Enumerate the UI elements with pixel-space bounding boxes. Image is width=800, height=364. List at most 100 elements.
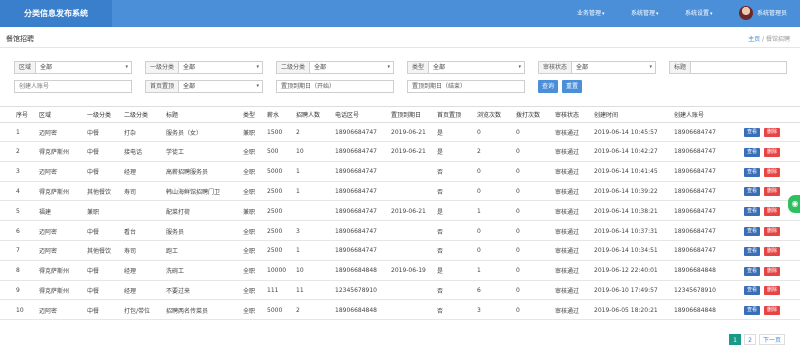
view-button[interactable]: 查看 bbox=[744, 187, 760, 197]
row-title: 洗碗工 bbox=[166, 268, 185, 276]
row-created-at: 2019-06-14 10:37:31 bbox=[594, 227, 658, 235]
row-salary: 2500 bbox=[267, 247, 283, 255]
view-button[interactable]: 查看 bbox=[744, 128, 760, 137]
creator-account-input[interactable]: 创建人账号 bbox=[14, 80, 132, 93]
row-headcount: 2 bbox=[296, 128, 300, 136]
region-select[interactable]: 区域 全部 ▾ bbox=[14, 61, 132, 74]
page-2-button[interactable]: 2 bbox=[744, 334, 756, 345]
delete-button[interactable]: 删除 bbox=[764, 227, 780, 236]
row-created-at: 2019-06-14 10:34:51 bbox=[594, 247, 658, 255]
row-created-at: 2019-06-14 10:39:22 bbox=[594, 187, 658, 195]
row-salary: 2500 bbox=[267, 227, 283, 235]
page-header: 餐馆招聘 主页 / 餐馆招聘 bbox=[0, 29, 800, 48]
audit-status-select[interactable]: 审核状态 全部 ▾ bbox=[538, 61, 656, 74]
view-button[interactable]: 查看 bbox=[744, 207, 760, 217]
chevron-down-icon: ▾ bbox=[602, 11, 605, 17]
row-salary: 10000 bbox=[267, 267, 287, 275]
reset-button[interactable]: 重置 bbox=[562, 80, 582, 93]
dropdown-arrow-icon: ▾ bbox=[649, 64, 652, 70]
view-button[interactable]: 查看 bbox=[744, 286, 760, 296]
breadcrumb: 主页 / 餐馆招聘 bbox=[748, 36, 790, 43]
row-top-expiry: 2019-06-21 bbox=[391, 207, 426, 215]
breadcrumb-home-link[interactable]: 主页 bbox=[748, 36, 760, 43]
row-phone: 18906684747 bbox=[335, 227, 377, 235]
delete-button[interactable]: 删除 bbox=[764, 128, 780, 137]
wifi-icon[interactable]: ◉ bbox=[788, 195, 800, 213]
row-type: 全职 bbox=[243, 188, 256, 196]
row-calls: 0 bbox=[516, 187, 520, 195]
view-button[interactable]: 查看 bbox=[744, 306, 760, 316]
delete-button[interactable]: 删除 bbox=[764, 207, 780, 217]
view-button[interactable]: 查看 bbox=[744, 147, 760, 157]
row-audit-status: 审核通过 bbox=[555, 268, 580, 276]
row-salary: 5000 bbox=[267, 168, 283, 176]
row-phone: 18906684747 bbox=[335, 187, 377, 195]
row-category2: 接电话 bbox=[124, 149, 143, 157]
table-row: 7 迈阿密 其他餐饮 寿司 跑工 全职 2500 1 18906684747 否 0 0 审核通过 201… bbox=[0, 242, 800, 261]
delete-button[interactable]: 删除 bbox=[764, 167, 780, 177]
row-creator: 18906684747 bbox=[674, 247, 716, 255]
row-index: 2 bbox=[16, 148, 20, 156]
row-category2: 打包/带位 bbox=[124, 307, 151, 315]
nav-business-menu[interactable]: 业务管理▾ bbox=[577, 0, 605, 27]
top-start-date-input[interactable]: 置顶到期日（开始） bbox=[276, 80, 394, 93]
nav-admin-menu[interactable]: 系统管理员 bbox=[757, 0, 787, 27]
row-creator: 18906684747 bbox=[674, 148, 716, 156]
row-created-at: 2019-06-14 10:45:57 bbox=[594, 128, 658, 136]
row-title: 高薪招聘服务员 bbox=[166, 169, 209, 177]
row-index: 1 bbox=[16, 128, 20, 136]
row-title: 不要过来 bbox=[166, 287, 191, 295]
home-top-select[interactable]: 首页置顶 全部 ▾ bbox=[145, 80, 263, 93]
row-creator: 18906684747 bbox=[674, 168, 716, 176]
row-top-expiry: 2019-06-21 bbox=[391, 148, 426, 156]
table-row: 9 得克萨斯州 中餐 经理 不要过来 全职 111 11 12345678910 否 6 0 审核通过 2… bbox=[0, 281, 800, 301]
dropdown-arrow-icon: ▾ bbox=[256, 64, 259, 70]
title-field[interactable]: 标题 bbox=[669, 61, 787, 74]
next-page-button[interactable]: 下一页 bbox=[759, 334, 785, 345]
delete-button[interactable]: 删除 bbox=[764, 147, 780, 157]
category2-select[interactable]: 二级分类 全部 ▾ bbox=[276, 61, 394, 74]
delete-button[interactable]: 删除 bbox=[764, 266, 780, 276]
category1-select[interactable]: 一级分类 全部 ▾ bbox=[145, 61, 263, 74]
row-type: 全职 bbox=[243, 228, 256, 236]
row-audit-status: 审核通过 bbox=[555, 248, 580, 256]
nav-settings-menu[interactable]: 系统设置▾ bbox=[685, 0, 713, 27]
view-button[interactable]: 查看 bbox=[744, 167, 760, 177]
row-index: 9 bbox=[16, 286, 20, 294]
page-1-button[interactable]: 1 bbox=[729, 334, 741, 345]
view-button[interactable]: 查看 bbox=[744, 266, 760, 276]
row-category2: 寿司 bbox=[124, 188, 137, 196]
row-region: 得克萨斯州 bbox=[39, 149, 70, 157]
row-category1: 中餐 bbox=[87, 228, 100, 236]
view-button[interactable]: 查看 bbox=[744, 227, 760, 236]
row-home-top: 是 bbox=[437, 208, 444, 216]
row-category2: 打杂 bbox=[124, 129, 137, 137]
row-category1: 中餐 bbox=[87, 149, 100, 157]
row-audit-status: 审核通过 bbox=[555, 188, 580, 196]
row-audit-status: 审核通过 bbox=[555, 149, 580, 157]
delete-button[interactable]: 删除 bbox=[764, 246, 780, 256]
row-region: 迈阿密 bbox=[39, 248, 58, 256]
view-button[interactable]: 查看 bbox=[744, 246, 760, 256]
delete-button[interactable]: 删除 bbox=[764, 187, 780, 197]
chevron-down-icon: ▾ bbox=[710, 11, 713, 17]
row-calls: 0 bbox=[516, 286, 520, 294]
row-phone: 18906684848 bbox=[335, 267, 377, 275]
delete-button[interactable]: 删除 bbox=[764, 286, 780, 296]
row-title: 学徒工 bbox=[166, 149, 185, 157]
nav-system-menu[interactable]: 系统管理▾ bbox=[631, 0, 659, 27]
row-title: 服务员 bbox=[166, 228, 185, 236]
table-row: 8 得克萨斯州 中餐 经理 洗碗工 全职 10000 10 18906684848 2019-06… bbox=[0, 262, 800, 281]
row-title: 韩山海鲜馆招聘门卫 bbox=[166, 188, 221, 196]
delete-button[interactable]: 删除 bbox=[764, 306, 780, 316]
top-end-date-input[interactable]: 置顶到期日（结束） bbox=[407, 80, 525, 93]
row-creator: 18906684848 bbox=[674, 306, 716, 314]
search-button[interactable]: 查询 bbox=[538, 80, 558, 93]
avatar[interactable] bbox=[739, 6, 753, 20]
row-created-at: 2019-06-14 10:42:27 bbox=[594, 148, 658, 156]
row-region: 福建 bbox=[39, 208, 52, 216]
type-select[interactable]: 类型 全部 ▾ bbox=[407, 61, 525, 74]
row-region: 迈阿密 bbox=[39, 307, 58, 315]
row-category2: 寿司 bbox=[124, 248, 137, 256]
row-calls: 0 bbox=[516, 168, 520, 176]
